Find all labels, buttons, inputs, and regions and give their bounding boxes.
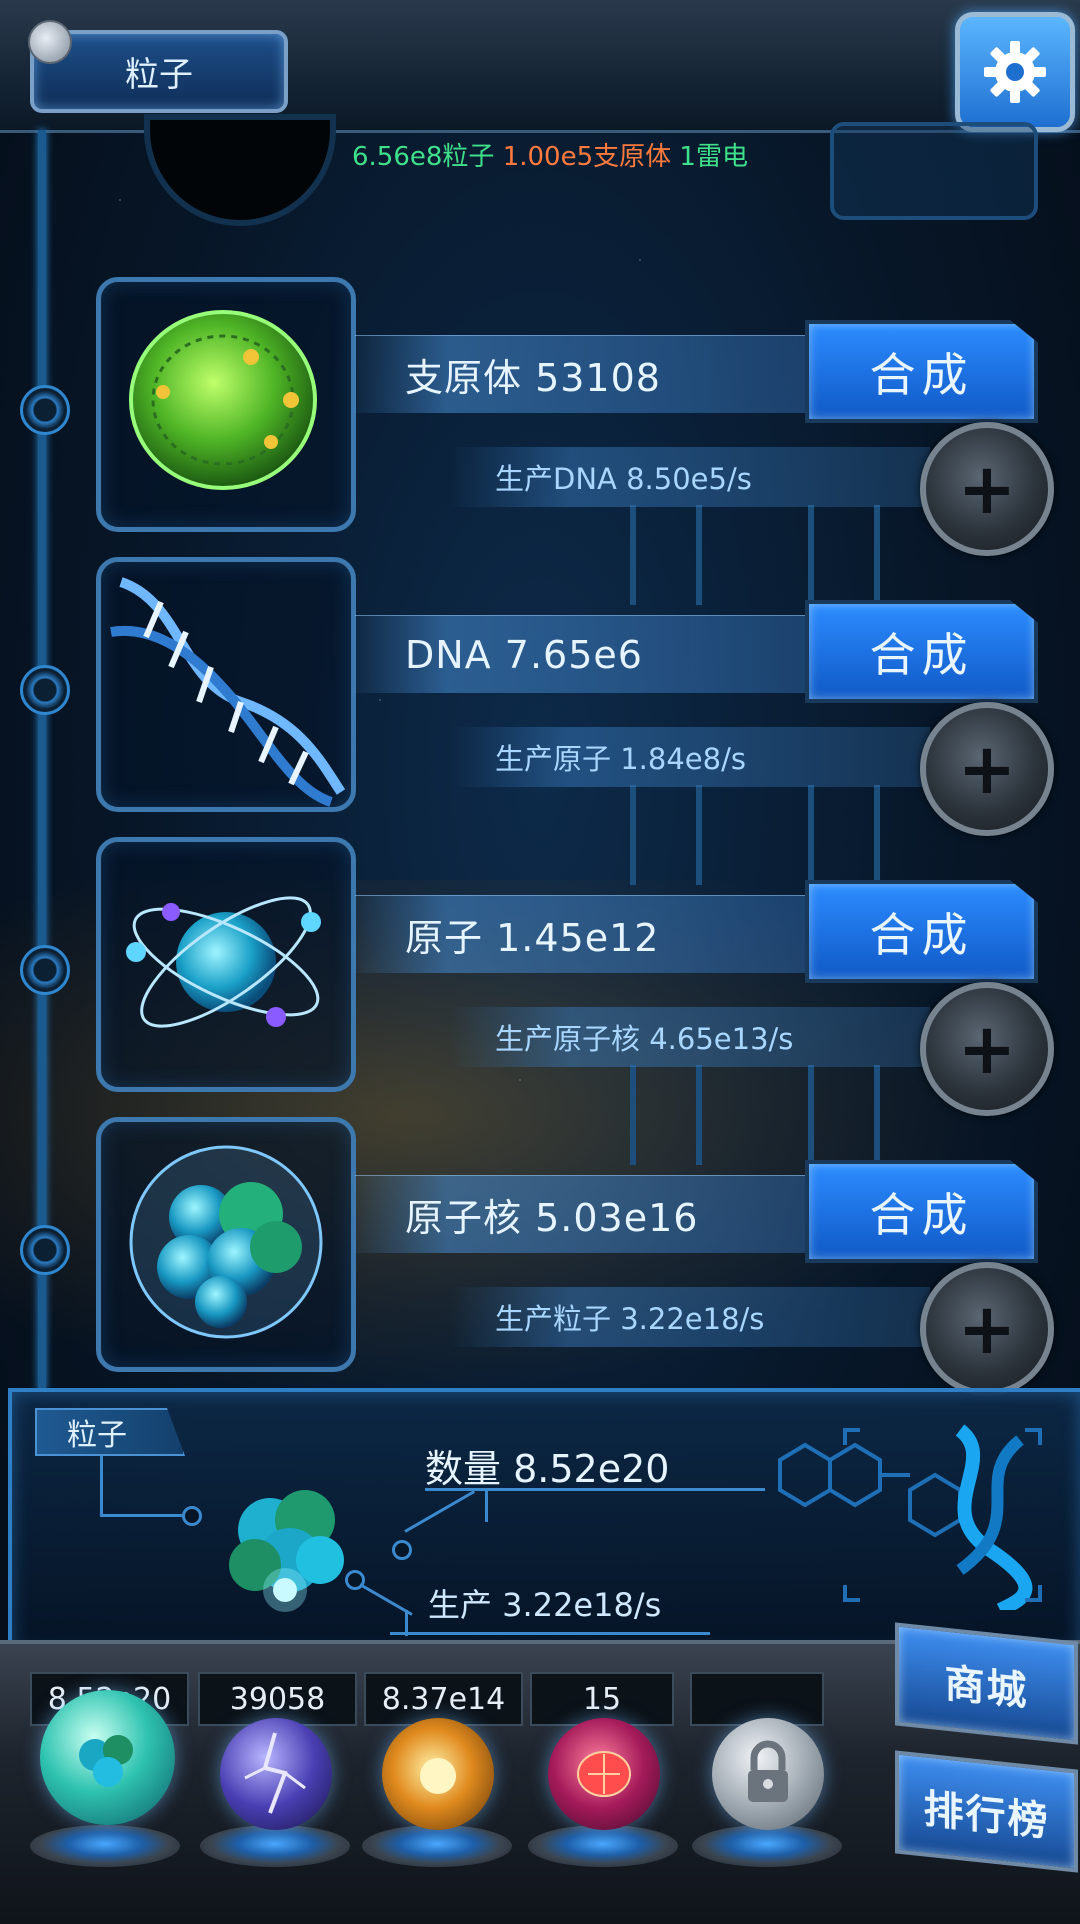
status-thunder: 1雷电: [679, 142, 748, 172]
upgrade-button[interactable]: +: [920, 702, 1054, 836]
plus-icon: +: [957, 728, 1017, 810]
gear-icon: [984, 41, 1046, 103]
item-name: DNA 7.65e6: [355, 615, 815, 693]
synthesize-button[interactable]: 合成: [805, 880, 1038, 983]
item-name: 原子核 5.03e16: [355, 1175, 815, 1253]
locked-orb-button[interactable]: [712, 1718, 824, 1830]
item-production: 生产原子核 4.65e13/s: [450, 1007, 930, 1067]
lock-orb-icon: [748, 1740, 788, 1802]
plus-icon: +: [957, 1288, 1017, 1370]
particle-cluster-icon: [229, 1490, 344, 1612]
item-icon-frame[interactable]: [96, 837, 356, 1092]
leaderboard-button[interactable]: 排行榜: [895, 1750, 1078, 1873]
emblem-decoration: [830, 122, 1038, 220]
plus-icon: +: [957, 1008, 1017, 1090]
item-icon-frame[interactable]: [96, 277, 356, 532]
circuit-decoration: [630, 505, 880, 605]
production-underline: [390, 1632, 710, 1635]
pedestal: [528, 1825, 678, 1867]
item-icon-frame[interactable]: [96, 557, 356, 812]
settings-button[interactable]: [955, 12, 1075, 132]
synthesize-button[interactable]: 合成: [805, 600, 1038, 703]
shop-button[interactable]: 商城: [895, 1622, 1078, 1745]
pedestal: [362, 1825, 512, 1867]
synthesize-button[interactable]: 合成: [805, 1160, 1038, 1263]
explosion-orb-icon: [420, 1758, 456, 1794]
upgrade-button[interactable]: +: [920, 982, 1054, 1116]
circuit-decoration: [630, 785, 880, 885]
brain-orb-icon: [577, 1751, 631, 1797]
dna-icon: [110, 577, 346, 807]
selected-item-quantity: 数量 8.52e20: [425, 1447, 670, 1491]
page-title-text: 粒子: [125, 55, 193, 95]
explosion-orb-button[interactable]: [382, 1718, 494, 1830]
status-mycoplasma: 1.00e5支原体: [502, 142, 672, 172]
rail-node: [20, 665, 70, 715]
connector-line: [485, 1490, 488, 1522]
connector-dot: [182, 1506, 202, 1526]
atom-icon: [126, 896, 321, 1028]
rail-node: [20, 385, 70, 435]
connector-line: [100, 1514, 185, 1517]
molecule-dna-icon: [778, 1424, 1042, 1610]
connector-line: [100, 1456, 103, 1516]
rail-node: [20, 1225, 70, 1275]
pedestal: [200, 1825, 350, 1867]
circuit-decoration: [630, 1065, 880, 1165]
item-icon-frame[interactable]: [96, 1117, 356, 1372]
connector-dot: [392, 1540, 412, 1560]
left-rail: [38, 130, 46, 1390]
cell-icon: [129, 310, 317, 490]
plus-icon: +: [957, 448, 1017, 530]
item-name: 支原体 53108: [355, 335, 815, 413]
item-production: 生产原子 1.84e8/s: [450, 727, 930, 787]
resource-status: 6.56e8粒子 1.00e5支原体 1雷电: [352, 136, 748, 173]
lightning-orb-icon: [244, 1732, 306, 1814]
upgrade-button[interactable]: +: [920, 1262, 1054, 1396]
particle-orb-icon: [79, 1735, 133, 1787]
brain-orb-button[interactable]: [548, 1718, 660, 1830]
upgrade-button[interactable]: +: [920, 422, 1054, 556]
particle-orb-button[interactable]: [40, 1690, 175, 1825]
lightning-orb-button[interactable]: [220, 1718, 332, 1830]
selected-item-production: 生产 3.22e18/s: [428, 1586, 662, 1624]
item-production: 生产粒子 3.22e18/s: [450, 1287, 930, 1347]
pedestal: [692, 1825, 842, 1867]
nucleus-icon: [129, 1145, 323, 1339]
item-production: 生产DNA 8.50e5/s: [450, 447, 930, 507]
pedestal: [30, 1825, 180, 1867]
status-particles: 6.56e8粒子: [352, 142, 495, 172]
selected-item-tag: 粒子: [35, 1408, 185, 1456]
item-name: 原子 1.45e12: [355, 895, 815, 973]
synthesize-button[interactable]: 合成: [805, 320, 1038, 423]
bolt-icon: [28, 20, 72, 64]
rail-node: [20, 945, 70, 995]
